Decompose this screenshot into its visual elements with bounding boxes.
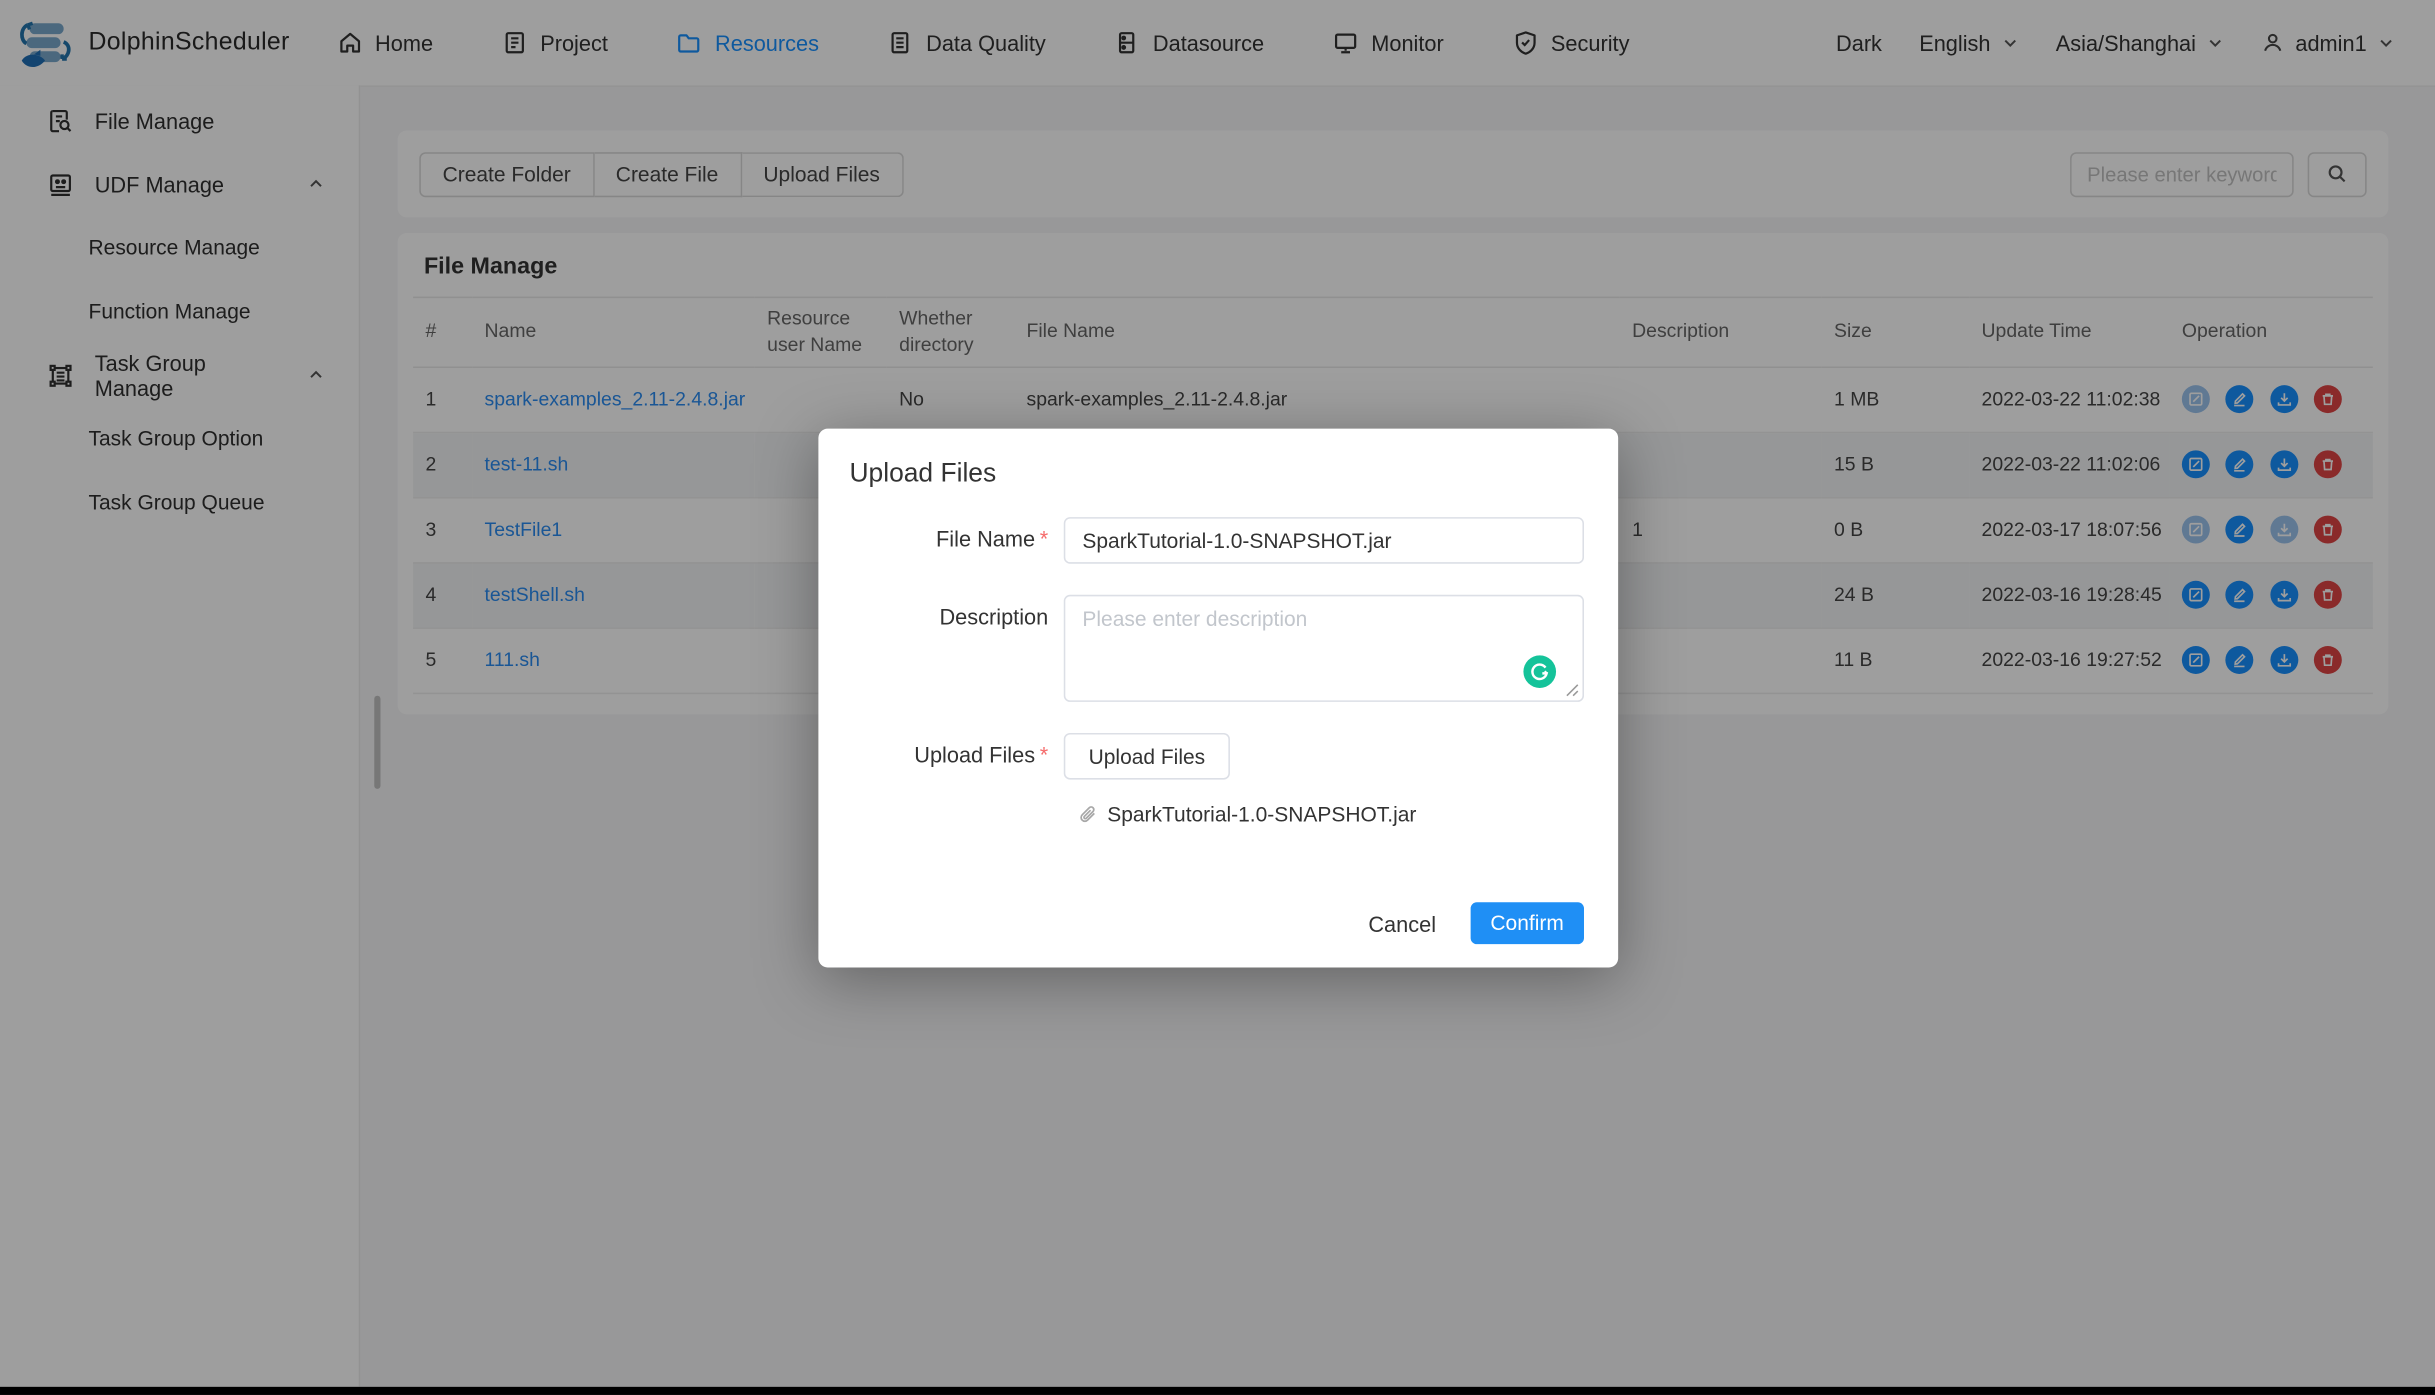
file-name-input[interactable] — [1064, 517, 1584, 564]
dialog-title: Upload Files — [849, 458, 996, 489]
upload-files-row: Upload Files* Upload Files — [818, 733, 1584, 780]
app-root: DolphinScheduler Home Project Resources — [0, 0, 2435, 1395]
file-name-label: File Name — [936, 526, 1035, 551]
dialog-footer: Cancel Confirm — [1368, 902, 1584, 944]
upload-files-label: Upload Files — [914, 742, 1035, 767]
description-row: Description — [818, 595, 1584, 710]
grammarly-icon[interactable] — [1523, 655, 1556, 688]
description-label: Description — [939, 604, 1048, 629]
confirm-button[interactable]: Confirm — [1470, 902, 1584, 944]
upload-files-picker-button[interactable]: Upload Files — [1064, 733, 1230, 780]
description-textarea[interactable] — [1064, 595, 1584, 702]
attachment-name: SparkTutorial-1.0-SNAPSHOT.jar — [1107, 803, 1416, 826]
paperclip-icon — [1078, 804, 1098, 824]
screen-bottom-edge — [0, 1387, 2435, 1395]
upload-files-dialog: Upload Files File Name* Description Uplo… — [818, 429, 1618, 968]
required-asterisk: * — [1040, 742, 1048, 767]
resize-handle-icon[interactable] — [1565, 677, 1579, 705]
file-name-row: File Name* — [818, 517, 1584, 564]
cancel-button[interactable]: Cancel — [1368, 911, 1436, 936]
required-asterisk: * — [1040, 526, 1048, 551]
attachment-item[interactable]: SparkTutorial-1.0-SNAPSHOT.jar — [1078, 803, 1417, 826]
